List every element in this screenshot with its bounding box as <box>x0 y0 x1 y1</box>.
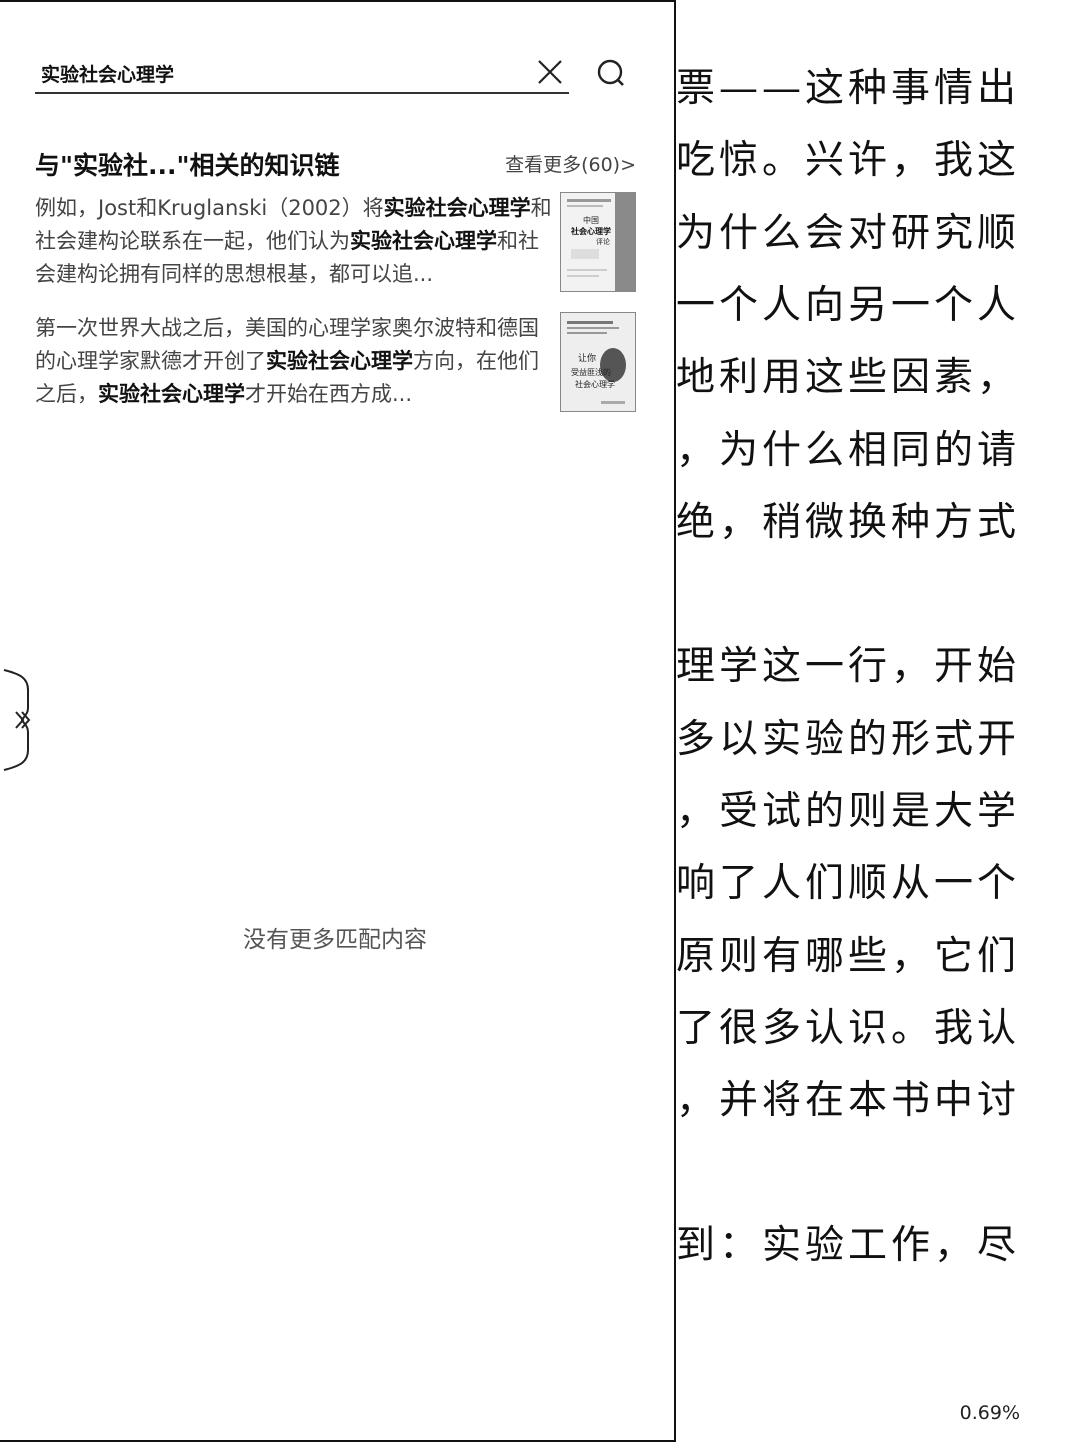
collapse-panel-handle[interactable] <box>0 668 34 772</box>
clear-search-button[interactable] <box>536 58 564 86</box>
close-icon <box>538 60 562 84</box>
highlighted-term: 实验社会心理学 <box>98 382 245 406</box>
search-button[interactable] <box>596 58 626 90</box>
reading-progress: 0.69% <box>959 1402 1020 1424</box>
book-text-line: 理学这一行，开始 <box>676 644 1020 690</box>
search-bar: 实验社会心理学 <box>35 52 569 94</box>
book-text-line: 了很多认识。我认 <box>676 1005 1020 1051</box>
book-text-line: ，受试的则是大学 <box>676 789 1020 834</box>
highlighted-term: 实验社会心理学 <box>266 349 413 373</box>
book-text-line: ，为什么相同的请 <box>676 427 1020 473</box>
book-text-line: 到：实验工作，尽 <box>676 1222 1020 1268</box>
book-text-line: 原则有哪些，它们 <box>676 933 1020 979</box>
svg-text:社会心理学: 社会心理学 <box>575 379 615 389</box>
snippet-text: 例如，Jost和Kruglanski（2002）将 <box>35 196 384 220</box>
result-snippet: 例如，Jost和Kruglanski（2002）将实验社会心理学和社会建构论联系… <box>35 192 555 291</box>
svg-text:评论: 评论 <box>596 237 610 246</box>
svg-text:社会心理学: 社会心理学 <box>570 226 611 236</box>
result-snippet: 第一次世界大战之后，美国的心理学家奥尔波特和德国的心理学家默德才开创了实验社会心… <box>35 312 555 411</box>
view-more-link[interactable]: 查看更多(60)> <box>505 150 636 177</box>
book-text-line: 为什么会对研究顺 <box>676 210 1020 256</box>
svg-text:受益匪浅的: 受益匪浅的 <box>571 367 611 377</box>
search-icon <box>597 59 624 86</box>
search-panel: 实验社会心理学 与"实验社..."相关的知识链 查看更多(60)> 例如，Jos… <box>0 0 676 1442</box>
book-text-line: 吃惊。兴许，我这 <box>676 138 1020 184</box>
snippet-text: 才开始在西方成... <box>245 382 413 406</box>
book-text-line: ，并将在本书中讨 <box>676 1078 1020 1124</box>
highlighted-term: 实验社会心理学 <box>383 196 531 220</box>
double-chevron-right-icon <box>3 669 31 771</box>
search-input[interactable]: 实验社会心理学 <box>41 60 174 87</box>
knowledge-links-title: 与"实验社..."相关的知识链 <box>35 151 340 180</box>
book-text-line: 一个人向另一个人 <box>676 282 1020 328</box>
svg-text:中国: 中国 <box>583 215 599 225</box>
book-text-line: 票——这种事情出 <box>676 66 1020 111</box>
book-text-line: 绝，稍微换种方式 <box>676 499 1020 545</box>
highlighted-term: 实验社会心理学 <box>350 229 497 253</box>
book-cover-thumbnail: 让你 受益匪浅的 社会心理学 <box>560 312 636 412</box>
book-cover-thumbnail: 中国 社会心理学 评论 <box>560 192 636 292</box>
book-text-line: 地利用这些因素， <box>676 355 1020 401</box>
svg-text:让你: 让你 <box>578 352 596 364</box>
no-more-results-message: 没有更多匹配内容 <box>243 927 427 953</box>
book-text-line: 响了人们顺从一个 <box>676 861 1020 907</box>
book-text-line: 多以实验的形式开 <box>676 716 1020 762</box>
